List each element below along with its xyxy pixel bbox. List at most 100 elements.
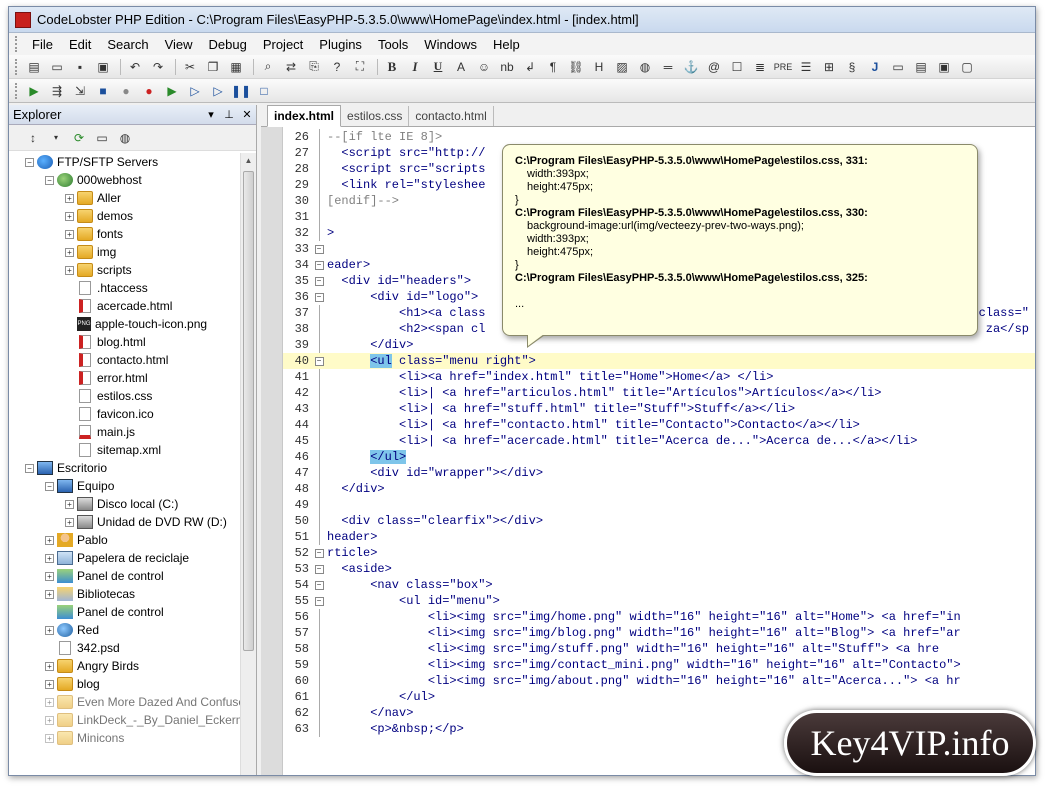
box-icon[interactable]: ☐ [727,58,747,76]
expand-icon[interactable]: + [65,499,74,509]
pin-icon[interactable]: ⊥ [220,108,238,121]
tree-item[interactable]: + Disco local (C:) [9,495,240,513]
fold-toggle-icon[interactable]: − [313,289,325,305]
tree-item[interactable]: + Panel de control [9,567,240,585]
tree-item[interactable]: + fonts [9,225,240,243]
code-line[interactable]: 54− <nav class="box"> [283,577,1035,593]
add-server-icon[interactable]: ◍ [115,129,135,147]
tree-item[interactable]: + Pablo [9,531,240,549]
menu-debug[interactable]: Debug [201,37,255,52]
toggle-breakpoint-icon[interactable]: ● [139,82,159,100]
code-line[interactable]: 45 <li>| <a href="acercade.html" title="… [283,433,1035,449]
tree-item[interactable]: acercade.html [9,297,240,315]
code-line[interactable]: 48 </div> [283,481,1035,497]
tree-item[interactable]: estilos.css [9,387,240,405]
expand-icon[interactable]: + [45,535,54,545]
code-line[interactable]: 61 </ul> [283,689,1035,705]
tree-item[interactable]: + Red [9,621,240,639]
run-icon[interactable]: ▶ [24,82,44,100]
tree-item[interactable]: + blog [9,675,240,693]
expand-icon[interactable]: + [45,571,54,581]
tree-item[interactable]: main.js [9,423,240,441]
menu-windows[interactable]: Windows [416,37,485,52]
save-all-icon[interactable]: ▣ [93,58,113,76]
line-break-icon[interactable]: ↲ [520,58,540,76]
template-icon[interactable]: ▣ [934,58,954,76]
expand-icon[interactable]: + [65,265,74,275]
css-icon[interactable]: § [842,58,862,76]
expand-icon[interactable]: + [45,625,54,635]
input-icon[interactable]: ▤ [911,58,931,76]
code-line[interactable]: 50 <div class="clearfix"></div> [283,513,1035,529]
collapse-icon[interactable]: − [45,481,54,491]
tree-item[interactable]: sitemap.xml [9,441,240,459]
chevron-down-icon[interactable]: ▾ [46,129,66,147]
tree-item[interactable]: − 000webhost [9,171,240,189]
bold-button[interactable]: B [382,58,402,76]
expand-icon[interactable]: + [45,697,54,707]
code-line[interactable]: 44 <li>| <a href="contacto.html" title="… [283,417,1035,433]
smiley-icon[interactable]: ☺ [474,58,494,76]
expand-icon[interactable]: + [65,247,74,257]
tree-item[interactable]: 342.psd [9,639,240,657]
paragraph-icon[interactable]: ¶ [543,58,563,76]
stop-icon[interactable]: ■ [93,82,113,100]
tree-item[interactable]: blog.html [9,333,240,351]
code-line[interactable]: 56 <li><img src="img/home.png" width="16… [283,609,1035,625]
expand-icon[interactable]: + [65,229,74,239]
code-line[interactable]: 47 <div id="wrapper"></div> [283,465,1035,481]
step-out-icon[interactable]: ▷ [208,82,228,100]
refresh-icon[interactable]: ⟳ [69,129,89,147]
tree-item[interactable]: − Escritorio [9,459,240,477]
tree-item[interactable]: − FTP/SFTP Servers [9,153,240,171]
expand-icon[interactable]: + [45,679,54,689]
code-line[interactable]: 57 <li><img src="img/blog.png" width="16… [283,625,1035,641]
tree-item[interactable]: + demos [9,207,240,225]
globe-icon[interactable]: ◍ [635,58,655,76]
fold-toggle-icon[interactable]: − [313,561,325,577]
code-line[interactable]: 40− <ul class="menu right"> [283,353,1035,369]
italic-button[interactable]: I [405,58,425,76]
tree-item[interactable]: PNG apple-touch-icon.png [9,315,240,333]
explorer-scrollbar[interactable]: ▲ [240,153,256,775]
menu-project[interactable]: Project [255,37,311,52]
anchor-icon[interactable]: ⚓ [681,58,701,76]
breakpoint-icon[interactable]: ● [116,82,136,100]
javascript-button[interactable]: J [865,58,885,76]
tree-item[interactable]: + Bibliotecas [9,585,240,603]
expand-icon[interactable]: + [65,211,74,221]
find-icon[interactable]: ⌕ [258,58,278,76]
tree-item[interactable]: − Equipo [9,477,240,495]
tab-index-html[interactable]: index.html [267,105,342,127]
collapse-icon[interactable]: − [25,157,34,167]
font-color-button[interactable]: A [451,58,471,76]
menu-plugins[interactable]: Plugins [311,37,370,52]
breakpoint-gutter[interactable] [261,127,283,775]
dropdown-icon[interactable]: ▾ [202,108,220,121]
tree-item[interactable]: + Papelera de reciclaje [9,549,240,567]
image-icon[interactable]: ▨ [612,58,632,76]
scroll-up-icon[interactable]: ▲ [241,153,256,169]
new-file-icon[interactable]: ▤ [24,58,44,76]
expand-icon[interactable]: + [45,733,54,743]
tree-item[interactable]: + LinkDeck_-_By_Daniel_Eckerma [9,711,240,729]
fold-toggle-icon[interactable]: − [313,257,325,273]
open-folder-icon[interactable]: ▭ [47,58,67,76]
add-folder-icon[interactable]: ▭ [92,129,112,147]
menu-file[interactable]: File [24,37,61,52]
preview-icon[interactable]: ▢ [957,58,977,76]
tab-estilos-css[interactable]: estilos.css [341,106,410,126]
pre-button[interactable]: PRE [773,58,793,76]
tree-item[interactable]: + Even More Dazed And Confuse [9,693,240,711]
code-line[interactable]: 39 </div> [283,337,1035,353]
code-line[interactable]: 46 </ul> [283,449,1035,465]
fold-toggle-icon[interactable]: − [313,273,325,289]
stop-debug-icon[interactable]: □ [254,82,274,100]
align-icon[interactable]: ≣ [750,58,770,76]
redo-icon[interactable]: ↷ [148,58,168,76]
scroll-thumb[interactable] [243,171,254,651]
code-line[interactable]: 53− <aside> [283,561,1035,577]
code-line[interactable]: 60 <li><img src="img/about.png" width="1… [283,673,1035,689]
tab-contacto-html[interactable]: contacto.html [409,106,494,126]
replace-icon[interactable]: ⇄ [281,58,301,76]
